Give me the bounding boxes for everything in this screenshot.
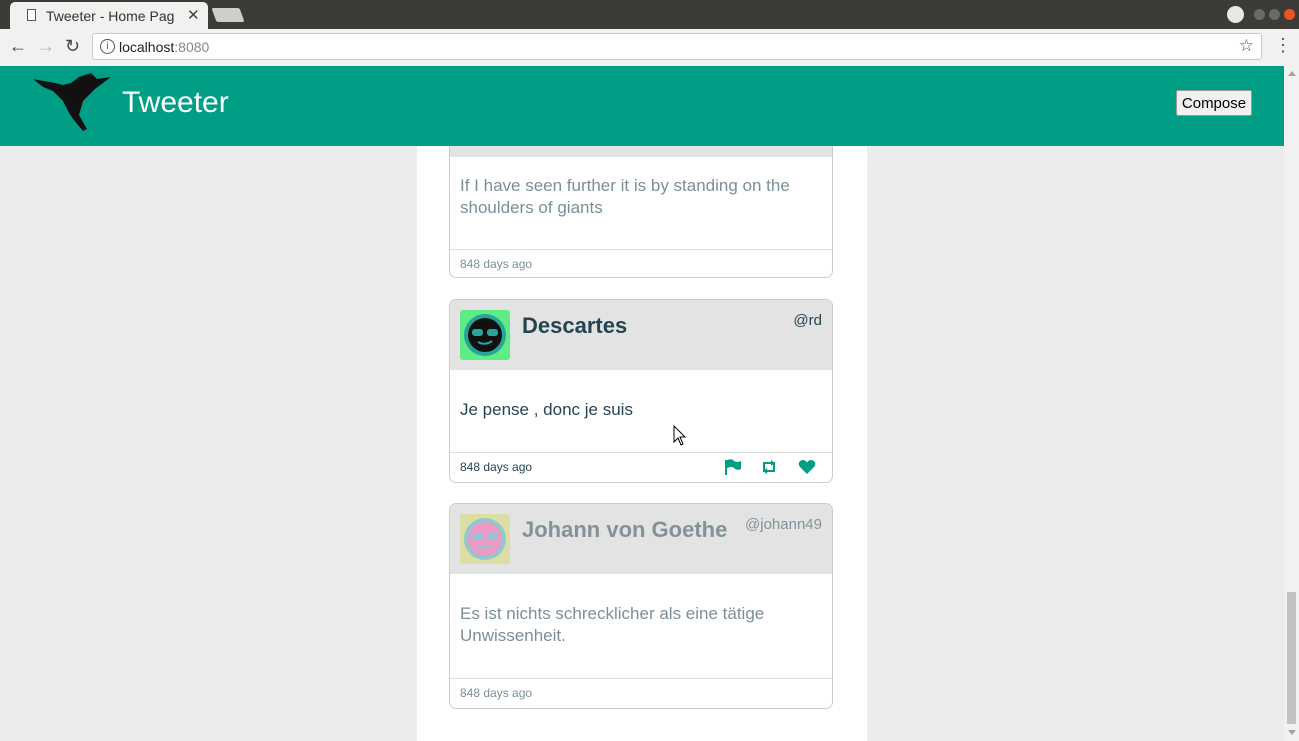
tweet-text: If I have seen further it is by standing… bbox=[460, 176, 790, 217]
tweet-footer: 848 days ago bbox=[450, 452, 832, 482]
maximize-button[interactable] bbox=[1269, 9, 1280, 20]
tweet-time: 848 days ago bbox=[460, 686, 533, 700]
browser-tab-strip: Tweeter - Home Pag ✕ bbox=[0, 0, 1299, 29]
close-tab-icon[interactable]: ✕ bbox=[187, 6, 200, 24]
site-info-icon[interactable]: i bbox=[100, 39, 115, 54]
tweet-text: Es ist nichts schrecklicher als eine tät… bbox=[460, 604, 765, 645]
tweet-footer: 848 days ago bbox=[450, 249, 832, 277]
browser-tab[interactable]: Tweeter - Home Pag ✕ bbox=[10, 2, 208, 29]
heart-icon[interactable] bbox=[798, 459, 816, 475]
user-handle: @rd bbox=[793, 312, 822, 329]
user-handle: @johann49 bbox=[745, 516, 822, 533]
url-text: localhost:8080 bbox=[119, 39, 209, 55]
url-host: localhost bbox=[119, 39, 175, 55]
tweet-time: 848 days ago bbox=[460, 460, 533, 474]
bookmark-star-icon[interactable]: ☆ bbox=[1239, 36, 1254, 56]
app-header: Tweeter Compose bbox=[0, 66, 1284, 146]
user-name: Descartes bbox=[522, 313, 628, 338]
user-name: Johann von Goethe bbox=[522, 517, 728, 542]
scroll-up-icon[interactable] bbox=[1288, 71, 1296, 76]
tab-title: Tweeter - Home Pag bbox=[46, 8, 175, 24]
address-bar[interactable]: i localhost:8080 ☆ bbox=[92, 33, 1262, 60]
mouse-cursor-icon bbox=[673, 425, 687, 446]
scroll-down-icon[interactable] bbox=[1288, 730, 1296, 735]
close-window-button[interactable] bbox=[1284, 9, 1295, 20]
minimize-button[interactable] bbox=[1254, 9, 1265, 20]
page-scrollbar[interactable] bbox=[1284, 66, 1299, 741]
browser-menu-icon[interactable]: ⋮ bbox=[1274, 35, 1292, 56]
forward-icon[interactable]: → bbox=[37, 36, 55, 57]
avatar bbox=[460, 310, 510, 360]
back-icon[interactable]: ← bbox=[9, 36, 27, 57]
page-icon bbox=[27, 9, 36, 21]
tweet-header: Descartes @rd bbox=[450, 300, 832, 370]
reload-icon[interactable]: ↻ bbox=[65, 36, 80, 57]
tweet-card[interactable]: Johann von Goethe @johann49 Es ist nicht… bbox=[449, 503, 833, 709]
tweet-text: Je pense , donc je suis bbox=[460, 400, 633, 419]
browser-toolbar: ← → ↻ i localhost:8080 ☆ ⋮ bbox=[0, 29, 1299, 67]
app-title: Tweeter bbox=[122, 86, 229, 119]
tweet-card[interactable]: Descartes @rd Je pense , donc je suis 84… bbox=[449, 299, 833, 483]
tweet-header: Johann von Goethe @johann49 bbox=[450, 504, 832, 574]
tweet-feed: If I have seen further it is by standing… bbox=[417, 86, 867, 741]
tweet-time: 848 days ago bbox=[460, 257, 533, 271]
tweet-footer: 848 days ago bbox=[450, 678, 832, 708]
retweet-icon[interactable] bbox=[760, 459, 778, 475]
avatar bbox=[460, 514, 510, 564]
scrollbar-thumb[interactable] bbox=[1287, 592, 1296, 724]
hummingbird-logo bbox=[33, 73, 111, 131]
new-tab-button[interactable] bbox=[211, 8, 245, 22]
profile-icon[interactable] bbox=[1227, 6, 1244, 23]
compose-button[interactable]: Compose bbox=[1176, 90, 1252, 116]
flag-icon[interactable] bbox=[724, 459, 742, 475]
url-port: :8080 bbox=[174, 39, 210, 55]
